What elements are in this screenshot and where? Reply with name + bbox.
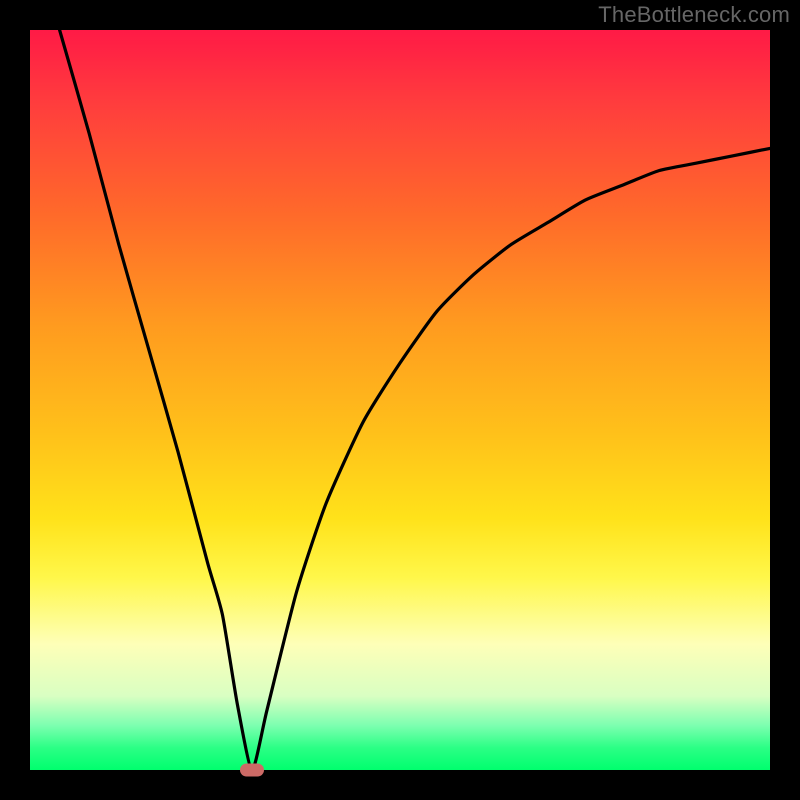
watermark-text: TheBottleneck.com [598,2,790,28]
curve-layer [30,30,770,770]
bottleneck-curve [60,30,770,770]
optimal-point-marker [240,764,264,777]
plot-area [30,30,770,770]
chart-container: TheBottleneck.com [0,0,800,800]
